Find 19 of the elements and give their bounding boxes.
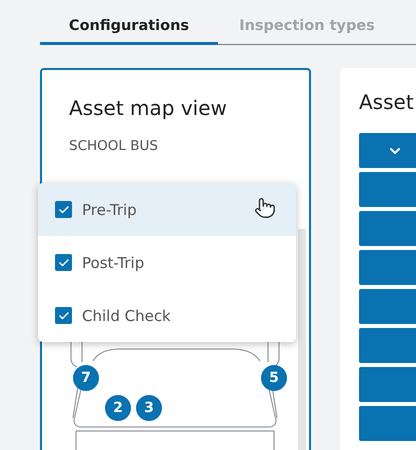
check-icon	[58, 256, 70, 268]
menu-item[interactable]: Child Check	[38, 289, 296, 342]
checkbox[interactable]	[55, 201, 72, 218]
menu-item[interactable]: Post-Trip	[38, 236, 296, 289]
position-marker[interactable]: 5	[261, 365, 287, 391]
check-icon	[58, 204, 70, 216]
checkbox[interactable]	[55, 254, 72, 271]
card-title: Asset map view	[68, 96, 228, 120]
position-marker[interactable]: 3	[136, 395, 162, 421]
position-marker[interactable]: 7	[73, 365, 99, 391]
tab[interactable]: Configurations	[40, 18, 218, 45]
hand-pointer-icon	[254, 197, 276, 219]
checkbox[interactable]	[55, 307, 72, 324]
scrollbar-track[interactable]	[298, 229, 306, 450]
check-icon	[58, 310, 70, 322]
position-marker[interactable]: 2	[105, 395, 131, 421]
menu-item[interactable]: Pre-Trip	[38, 183, 296, 236]
card-title: Asset	[359, 90, 415, 114]
asset-type-label: SCHOOL BUS	[68, 138, 159, 154]
